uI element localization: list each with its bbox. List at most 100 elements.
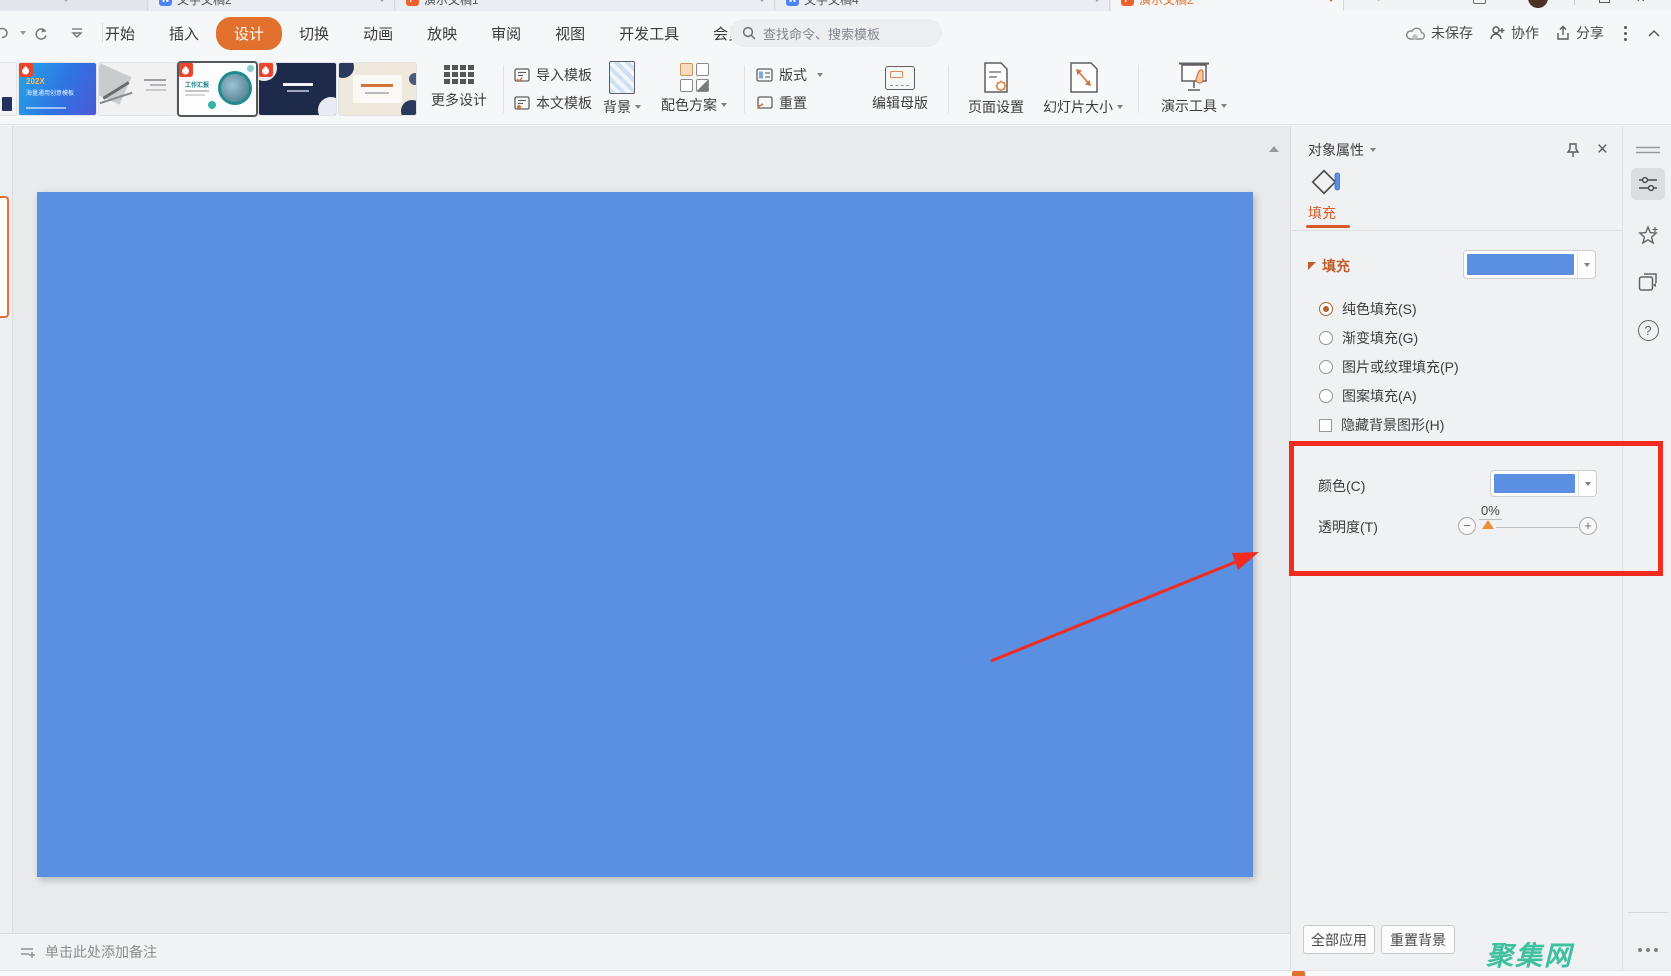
redo-icon[interactable] (30, 22, 52, 44)
tab-menu-caret-icon[interactable] (1093, 0, 1101, 2)
ribbon-divider (948, 65, 949, 113)
panel-drag-handle-icon[interactable] (1636, 146, 1660, 154)
page-setup-icon (984, 62, 1008, 93)
document-tab-partial[interactable] (0, 0, 148, 11)
share-button[interactable]: 分享 (1555, 23, 1604, 43)
save-status-label: 未保存 (1431, 25, 1473, 41)
more-tools-icon[interactable] (1631, 934, 1665, 966)
color-scheme-button[interactable]: 配色方案 (652, 61, 736, 115)
menu-item-animation[interactable]: 动画 (346, 18, 410, 49)
menu-item-transition[interactable]: 切换 (282, 18, 346, 49)
reset-icon (757, 96, 773, 110)
slide-thumbnail-selected[interactable] (0, 196, 9, 318)
maximize-icon[interactable] (1599, 0, 1611, 3)
scroll-up-icon[interactable] (1269, 146, 1279, 152)
fill-tab-label[interactable]: 填充 (1308, 203, 1336, 223)
slide-size-button[interactable]: 幻灯片大小 (1038, 61, 1128, 117)
fill-tab-icon[interactable] (1311, 168, 1343, 198)
presentation-tools-label: 演示工具 (1161, 98, 1217, 114)
color-scheme-icon (679, 63, 709, 92)
layout-button[interactable]: 版式 (756, 64, 823, 86)
template-thumbnail-partial[interactable] (0, 63, 16, 115)
user-avatar[interactable] (1528, 0, 1549, 8)
customize-toolbar-icon[interactable] (66, 22, 88, 44)
apply-all-button[interactable]: 全部应用 (1303, 925, 1375, 954)
status-bar-accent (1292, 971, 1305, 976)
fill-color-dropdown[interactable] (1463, 250, 1596, 279)
slide-size-icon (1069, 62, 1098, 93)
radio-label: 渐变填充(G) (1342, 330, 1419, 346)
tab-menu-caret-icon[interactable] (758, 0, 766, 2)
menu-item-insert[interactable]: 插入 (152, 18, 216, 49)
slide-size-label: 幻灯片大小 (1043, 99, 1113, 115)
menu-item-review[interactable]: 审阅 (474, 18, 538, 49)
doc-template-button[interactable]: 本文模板 (514, 92, 592, 114)
presentation-tools-button[interactable]: 演示工具 (1150, 61, 1238, 116)
selection-pane-icon[interactable] (1631, 266, 1665, 298)
radio-gradient-fill[interactable]: 渐变填充(G) (1319, 328, 1418, 348)
template-thumbnail-202x[interactable]: 202X 海量通用创意模板 (19, 63, 96, 115)
template-thumbnail-work-report-selected[interactable]: 工作汇报 (179, 63, 256, 115)
object-properties-icon[interactable] (1631, 168, 1665, 200)
fill-color-swatch (1467, 254, 1574, 275)
dropdown-caret-icon (1117, 105, 1123, 109)
new-tab-icon[interactable]: + (1374, 0, 1383, 7)
radio-label: 图片或纹理填充(P) (1342, 359, 1459, 375)
radio-picture-texture-fill[interactable]: 图片或纹理填充(P) (1319, 357, 1459, 377)
template-thumbnail-beige-floral[interactable] (339, 63, 416, 115)
help-icon[interactable]: ? (1631, 314, 1665, 346)
menu-item-home[interactable]: 开始 (88, 18, 152, 49)
edit-master-button[interactable]: 编辑母版 (862, 61, 938, 113)
document-tab-strip: W 文字文稿2 P 演示文稿1 W 文字文稿4 P 演示文稿2 + (0, 0, 1671, 11)
transparency-decrease-button[interactable]: − (1458, 517, 1476, 535)
transparency-increase-button[interactable]: + (1579, 517, 1597, 535)
undo-caret-icon[interactable] (20, 31, 26, 35)
pin-panel-icon[interactable] (1565, 142, 1581, 159)
transparency-label: 透明度(T) (1318, 519, 1378, 535)
document-tab-writer-2[interactable]: W 文字文稿2 (149, 0, 395, 11)
template-thumbnail-navy-floral[interactable] (259, 63, 336, 115)
tab-menu-caret-icon[interactable] (62, 0, 70, 2)
notes-bar[interactable]: 单击此处添加备注 (0, 933, 1290, 970)
more-options-icon[interactable] (1620, 25, 1631, 41)
search-icon (742, 26, 756, 40)
reset-background-button[interactable]: 重置背景 (1381, 925, 1455, 954)
menu-item-devtools[interactable]: 开发工具 (602, 18, 696, 49)
transparency-slider-thumb[interactable] (1482, 520, 1494, 529)
import-template-button[interactable]: 导入模板 (514, 64, 592, 86)
checkbox-hide-background-graphics[interactable]: 隐藏背景图形(H) (1319, 415, 1444, 435)
tab-overview-icon[interactable] (1473, 0, 1487, 4)
close-window-icon[interactable]: × (1636, 0, 1645, 7)
background-color-dropdown[interactable] (1490, 470, 1597, 497)
save-status[interactable]: 未保存 (1406, 23, 1473, 43)
collapse-ribbon-icon[interactable] (1647, 29, 1661, 38)
cloud-unsaved-icon (1406, 27, 1426, 40)
radio-pattern-fill[interactable]: 图案填充(A) (1319, 386, 1417, 406)
page-setup-button[interactable]: 页面设置 (958, 61, 1034, 117)
fill-section-header[interactable]: 填充 (1308, 256, 1350, 276)
dropdown-caret-icon (1221, 104, 1227, 108)
close-panel-icon[interactable]: × (1597, 140, 1608, 159)
effects-star-icon[interactable] (1631, 220, 1665, 252)
menu-item-view[interactable]: 视图 (538, 18, 602, 49)
radio-solid-fill[interactable]: 纯色填充(S) (1319, 299, 1417, 319)
tab-menu-caret-icon[interactable] (378, 0, 386, 2)
transparency-slider-track[interactable] (1496, 527, 1578, 528)
panel-title-caret-icon[interactable] (1370, 148, 1376, 152)
reset-button[interactable]: 重置 (756, 92, 823, 114)
document-tab-presentation-2-active[interactable]: P 演示文稿2 (1111, 0, 1344, 11)
template-thumbnail-pencils[interactable] (99, 63, 176, 115)
more-designs-label: 更多设计 (431, 92, 487, 108)
menu-item-slideshow[interactable]: 放映 (410, 18, 474, 49)
hot-template-badge-icon (179, 63, 193, 77)
tab-menu-caret-icon[interactable] (1327, 0, 1335, 2)
document-tab-writer-4[interactable]: W 文字文稿4 (776, 0, 1110, 11)
search-input[interactable]: 查找命令、搜索模板 (730, 19, 942, 47)
slide-canvas[interactable] (37, 192, 1253, 877)
menu-item-design-active[interactable]: 设计 (216, 16, 283, 50)
collaborate-button[interactable]: 协作 (1489, 23, 1539, 43)
document-tab-presentation-1[interactable]: P 演示文稿1 (396, 0, 775, 11)
undo-icon[interactable] (0, 22, 16, 44)
more-designs-button[interactable]: 更多设计 (420, 65, 498, 110)
background-button[interactable]: 背景 (596, 61, 648, 117)
